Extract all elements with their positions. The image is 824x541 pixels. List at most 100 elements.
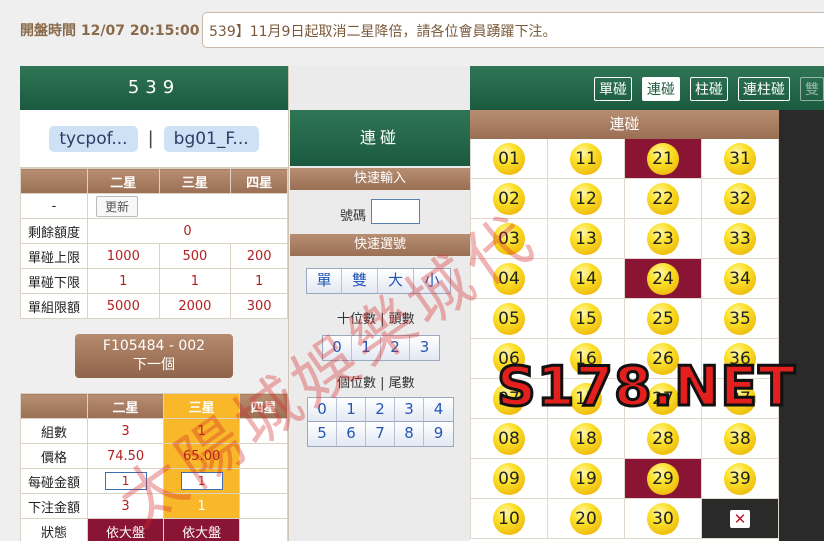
table-row: 單組限額 5000 2000 300 <box>20 293 288 319</box>
units-1-button[interactable]: 1 <box>337 398 366 422</box>
number-cell[interactable]: 14 <box>548 259 625 299</box>
units-4-button[interactable]: 4 <box>424 398 453 422</box>
tab-column[interactable]: 柱碰 <box>690 77 728 101</box>
number-ball: 02 <box>493 182 525 215</box>
number-cell[interactable]: 39 <box>702 459 779 499</box>
number-cell[interactable]: 29 <box>625 459 702 499</box>
number-ball: 28 <box>647 422 679 455</box>
number-ball: 31 <box>724 142 756 175</box>
number-ball: 22 <box>647 182 679 215</box>
number-cell[interactable]: 15 <box>548 299 625 339</box>
number-cell[interactable]: 04 <box>471 259 548 299</box>
number-ball: 23 <box>647 222 679 255</box>
number-ball: 08 <box>493 422 525 455</box>
sub-account-name[interactable]: bg01_F... <box>163 125 259 152</box>
number-cell[interactable]: 30 <box>625 499 702 539</box>
number-cell[interactable]: 12 <box>548 179 625 219</box>
quick-select-header: 快速選號 <box>290 234 470 256</box>
table-row: 單碰下限 1 1 1 <box>20 268 288 294</box>
col-3star: 三星 <box>158 168 232 194</box>
units-3-button[interactable]: 3 <box>395 398 424 422</box>
number-cell[interactable]: 18 <box>548 419 625 459</box>
number-cell[interactable]: 20 <box>548 499 625 539</box>
big-button[interactable]: 大 <box>378 269 414 293</box>
status-badge: 依大盤 <box>86 518 165 541</box>
number-cell[interactable]: 38 <box>702 419 779 459</box>
number-ball: 20 <box>570 502 602 535</box>
number-cell[interactable]: 01 <box>471 139 548 179</box>
number-ball: 38 <box>724 422 756 455</box>
limits-table: 二星 三星 四星 - 更新 剩餘額度 0 單碰上限 1000 500 200 單… <box>20 168 288 319</box>
number-cell[interactable]: 21 <box>625 139 702 179</box>
number-cell[interactable]: 33 <box>702 219 779 259</box>
left-panel: 539 tycpof... | bg01_F... 二星 三星 四星 - 更新 … <box>20 66 289 541</box>
even-button[interactable]: 雙 <box>342 269 378 293</box>
number-cell[interactable]: 24 <box>625 259 702 299</box>
units-9-button[interactable]: 9 <box>424 422 453 446</box>
number-ball: 19 <box>570 462 602 495</box>
mode-title: 連碰 <box>290 110 470 166</box>
number-cell[interactable]: 09 <box>471 459 548 499</box>
tens-3-button[interactable]: 3 <box>410 336 439 360</box>
number-cell[interactable]: 22 <box>625 179 702 219</box>
account-row: tycpof... | bg01_F... <box>20 110 288 168</box>
amount-input-3star[interactable]: 1 <box>180 472 223 490</box>
units-5-button[interactable]: 5 <box>308 422 337 446</box>
number-ball: 04 <box>493 262 525 295</box>
amount-input-2star[interactable]: 1 <box>104 472 147 490</box>
next-button[interactable]: F105484 - 002 下一個 <box>75 334 233 378</box>
number-ball: 32 <box>724 182 756 215</box>
number-grid: 01 11 21 31 02 12 22 32 03 13 23 33 04 14 24 34 05 15 25 35… <box>470 139 779 539</box>
tens-2-button[interactable]: 2 <box>381 336 410 360</box>
number-cell[interactable]: 02 <box>471 179 548 219</box>
order-number: F105484 - 002 <box>102 338 206 354</box>
col-4star: 四星 <box>239 393 288 419</box>
account-separator: | <box>147 128 154 149</box>
right-edge-panel <box>779 110 824 541</box>
number-cell[interactable]: 05 <box>471 299 548 339</box>
number-ball: 01 <box>493 142 525 175</box>
number-cell[interactable]: 28 <box>625 419 702 459</box>
number-cell[interactable]: 08 <box>471 419 548 459</box>
number-cell[interactable]: 19 <box>548 459 625 499</box>
tens-buttons: 0 1 2 3 <box>322 335 440 361</box>
col-2star: 二星 <box>86 393 165 419</box>
code-input[interactable] <box>371 199 420 224</box>
small-button[interactable]: 小 <box>414 269 450 293</box>
units-8-button[interactable]: 8 <box>395 422 424 446</box>
number-cell[interactable]: 03 <box>471 219 548 259</box>
tens-1-button[interactable]: 1 <box>352 336 381 360</box>
number-cell[interactable]: 25 <box>625 299 702 339</box>
col-2star: 二星 <box>87 168 160 194</box>
tab-double[interactable]: 雙 <box>800 77 824 101</box>
type-buttons: 單 雙 大 小 <box>306 268 451 294</box>
units-7-button[interactable]: 7 <box>366 422 395 446</box>
number-ball: 21 <box>647 142 679 175</box>
number-cell[interactable]: 35 <box>702 299 779 339</box>
bet-table: 二星 三星 四星 組數 3 1 價格 74.50 65.00 每碰金額 1 1 <box>20 393 288 541</box>
clear-cell[interactable]: ✕ <box>702 499 779 539</box>
account-name[interactable]: tycpof... <box>49 125 138 152</box>
tab-multi[interactable]: 連碰 <box>642 77 680 101</box>
number-cell[interactable]: 10 <box>471 499 548 539</box>
odd-button[interactable]: 單 <box>307 269 342 293</box>
tab-multi-column[interactable]: 連柱碰 <box>738 77 790 101</box>
number-cell[interactable]: 11 <box>548 139 625 179</box>
tens-0-button[interactable]: 0 <box>323 336 352 360</box>
number-cell[interactable]: 13 <box>548 219 625 259</box>
refresh-button[interactable]: 更新 <box>96 195 139 217</box>
units-2-button[interactable]: 2 <box>366 398 395 422</box>
col-4star: 四星 <box>230 168 288 194</box>
close-icon[interactable]: ✕ <box>730 509 750 528</box>
units-6-button[interactable]: 6 <box>337 422 366 446</box>
table-row: 狀態 依大盤 依大盤 <box>20 518 288 541</box>
table-row: 價格 74.50 65.00 <box>20 443 288 469</box>
number-cell[interactable]: 34 <box>702 259 779 299</box>
units-0-button[interactable]: 0 <box>308 398 337 422</box>
number-cell[interactable]: 23 <box>625 219 702 259</box>
number-ball: 18 <box>570 422 602 455</box>
number-ball: 03 <box>493 222 525 255</box>
number-cell[interactable]: 31 <box>702 139 779 179</box>
tab-single[interactable]: 單碰 <box>594 77 632 101</box>
number-cell[interactable]: 32 <box>702 179 779 219</box>
